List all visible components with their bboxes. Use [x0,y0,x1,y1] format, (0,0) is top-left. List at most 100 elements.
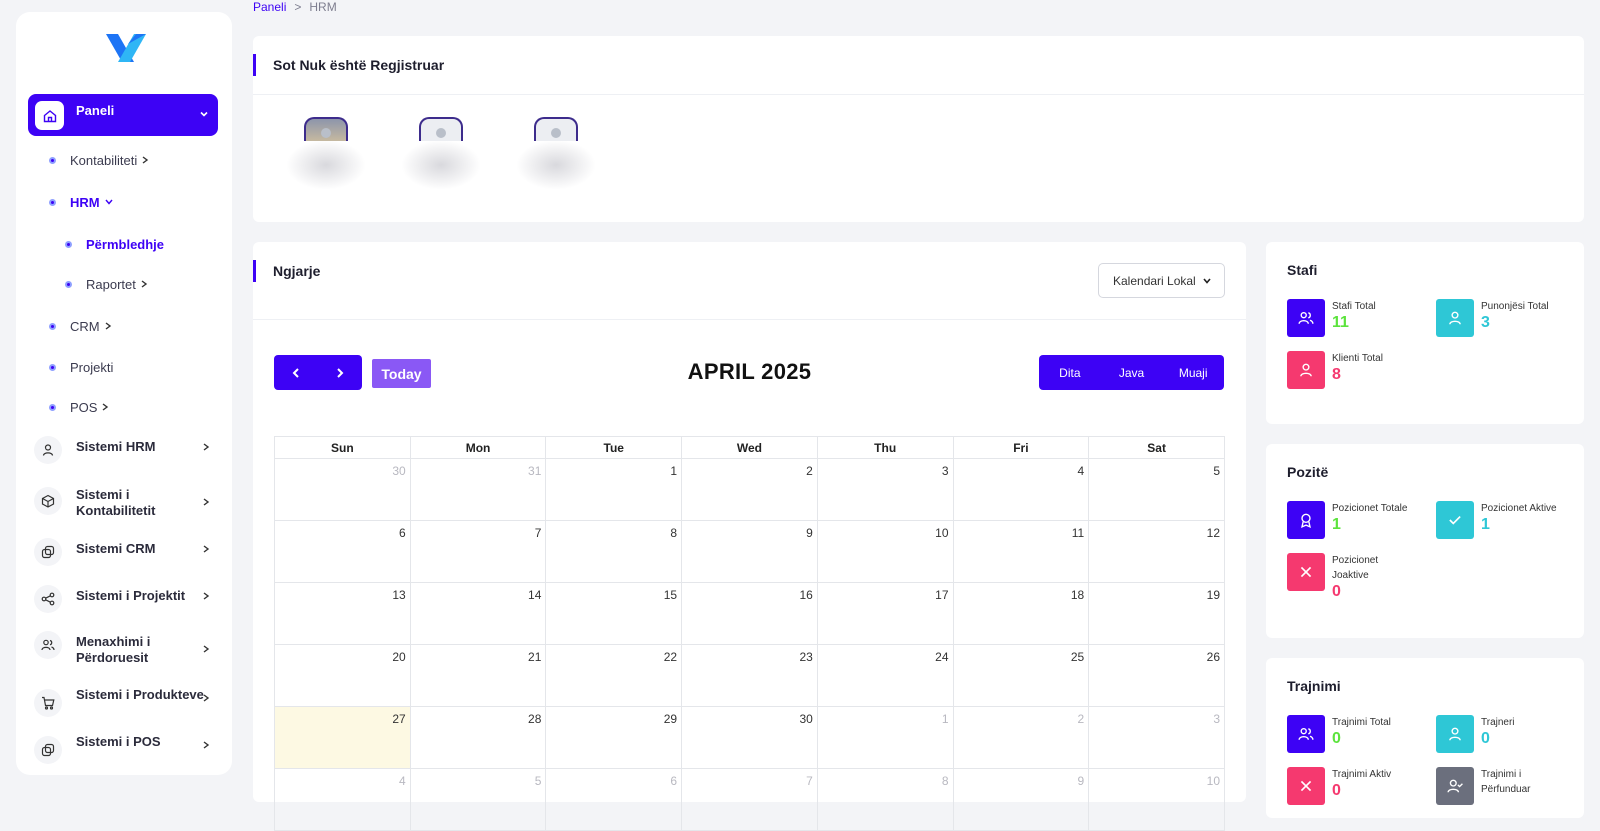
nav-sistemi-projektit[interactable]: Sistemi i Projektit [34,585,220,613]
calendar-day-cell[interactable]: 8 [545,520,683,583]
sub-item-projekti[interactable]: Projekti [49,359,113,375]
calendar-day-cell[interactable]: 7 [681,768,818,831]
view-day-button[interactable]: Dita [1039,355,1101,390]
stat-value: 3 [1481,314,1490,331]
calendar-day-cell[interactable]: 4 [274,768,411,831]
breadcrumb-current: HRM [309,0,337,14]
chevron-down-icon [104,198,114,206]
calendar-day-cell[interactable]: 19 [1088,582,1225,645]
employee-avatar[interactable] [419,117,463,141]
sub-item-label: Kontabiliteti [70,152,138,168]
calendar-day-cell[interactable]: 1 [816,706,954,769]
sub-item-label: CRM [70,318,100,334]
next-month-button[interactable] [318,355,362,390]
layers-icon [34,538,62,566]
stat-value: 11 [1332,314,1349,331]
calendar-day-cell[interactable]: 4 [952,458,1090,521]
calendar-day-cell[interactable]: 10 [816,520,954,583]
calendar-day-cell[interactable]: 9 [681,520,818,583]
calendar-day-cell[interactable]: 16 [681,582,818,645]
calendar-day-cell[interactable]: 25 [952,644,1090,707]
bullet-icon [65,281,72,288]
stat-trajnimi-aktiv: Trajnimi Aktiv 0 [1287,767,1422,805]
nav-sistemi-crm[interactable]: Sistemi CRM [34,538,220,566]
stat-label: Trajnimi Aktiv [1332,769,1392,780]
calendar-day-cell[interactable]: 14 [409,582,547,645]
view-week-button[interactable]: Java [1101,355,1163,390]
calendar-day-cell[interactable]: 21 [409,644,547,707]
bullet-icon [49,323,56,330]
calendar-day-cell-today[interactable]: 27 [274,706,411,769]
employee-avatar[interactable] [534,117,578,141]
calendar-day-cell[interactable]: 6 [545,768,683,831]
calendar-day-cell[interactable]: 7 [409,520,547,583]
calendar-day-cell[interactable]: 9 [952,768,1090,831]
calendar-day-cell[interactable]: 12 [1088,520,1225,583]
nav-sistemi-produkteve[interactable]: Sistemi i Produkteve [34,687,220,717]
stat-label: Pozicionet Aktive [1481,503,1557,514]
calendar-day-cell[interactable]: 20 [274,644,411,707]
sub-item-kontabiliteti[interactable]: Kontabiliteti [49,152,149,168]
users-icon [34,631,62,659]
calendar-day-cell[interactable]: 2 [952,706,1090,769]
chevron-left-icon [291,367,301,379]
stafi-card: Stafi Stafi Total 11 Punonjësi Total 3 Kli… [1266,242,1584,424]
nav-label: Sistemi i Kontabilitetit [76,487,156,518]
nav-menaxhimi-perdoruesit[interactable]: Menaxhimi i Përdoruesit [34,631,220,666]
prev-month-button[interactable] [274,355,318,390]
calendar-day-cell[interactable]: 28 [409,706,547,769]
stat-label: Pozicionet Totale [1332,503,1408,514]
chevron-right-icon [140,279,148,289]
calendar-day-cell[interactable]: 29 [545,706,683,769]
breadcrumb-root-link[interactable]: Paneli [253,0,286,14]
calendar-day-cell[interactable]: 24 [816,644,954,707]
today-button[interactable]: Today [372,359,431,388]
calendar-day-cell[interactable]: 10 [1088,768,1225,831]
stat-pozicionet-joaktive: Pozicionet Joaktive 0 [1287,553,1402,601]
sub-item-pos[interactable]: POS [49,399,109,415]
calendar-day-cell[interactable]: 31 [409,458,547,521]
not-registered-card: Sot Nuk është Regjistruar [253,36,1584,222]
calendar-day-cell[interactable]: 30 [681,706,818,769]
calendar-day-cell[interactable]: 3 [816,458,954,521]
stat-value: 0 [1332,583,1341,600]
calendar-day-cell[interactable]: 30 [274,458,411,521]
calendar-day-cell[interactable]: 15 [545,582,683,645]
calendar-day-cell[interactable]: 22 [545,644,683,707]
calendar-day-cell[interactable]: 11 [952,520,1090,583]
sub-item-raportet[interactable]: Raportet [65,276,148,292]
employee-avatar[interactable] [304,117,348,141]
calendar-day-cell[interactable]: 8 [816,768,954,831]
app-logo[interactable] [104,30,148,66]
calendar-week-row: 27 28 29 30 1 2 3 [274,706,1225,769]
calendar-day-cell[interactable]: 26 [1088,644,1225,707]
calendar-day-cell[interactable]: 17 [816,582,954,645]
stat-pozicionet-totale: Pozicionet Totale 1 [1287,501,1422,539]
chevron-right-icon [141,155,149,165]
calendar-day-cell[interactable]: 2 [681,458,818,521]
weekday-header: Thu [816,436,954,459]
calendar-day-cell[interactable]: 3 [1088,706,1225,769]
chevron-right-icon [202,693,210,703]
chevron-right-icon [202,644,210,654]
nav-sistemi-pos[interactable]: Sistemi i POS [34,734,220,764]
sub-item-permbledhje[interactable]: Përmbledhje [65,236,164,252]
nav-sistemi-kontabilitetit[interactable]: Sistemi i Kontabilitetit [34,487,220,519]
view-month-button[interactable]: Muaji [1162,355,1224,390]
calendar-day-cell[interactable]: 18 [952,582,1090,645]
stat-value: 0 [1332,730,1341,747]
calendar-day-cell[interactable]: 5 [1088,458,1225,521]
sub-item-crm[interactable]: CRM [49,318,112,334]
blurred-employee-name [516,140,596,190]
calendar-day-cell[interactable]: 5 [409,768,547,831]
chevron-right-icon [202,497,210,507]
calendar-day-cell[interactable]: 1 [545,458,683,521]
nav-item-paneli[interactable]: Paneli [28,94,218,136]
stat-klienti-total: Klienti Total 8 [1287,351,1422,389]
calendar-day-cell[interactable]: 23 [681,644,818,707]
calendar-day-cell[interactable]: 6 [274,520,411,583]
calendar-select[interactable]: Kalendari Lokal [1098,263,1225,298]
sub-item-hrm[interactable]: HRM [49,194,114,210]
calendar-day-cell[interactable]: 13 [274,582,411,645]
nav-sistemi-hrm[interactable]: Sistemi HRM [34,436,220,464]
